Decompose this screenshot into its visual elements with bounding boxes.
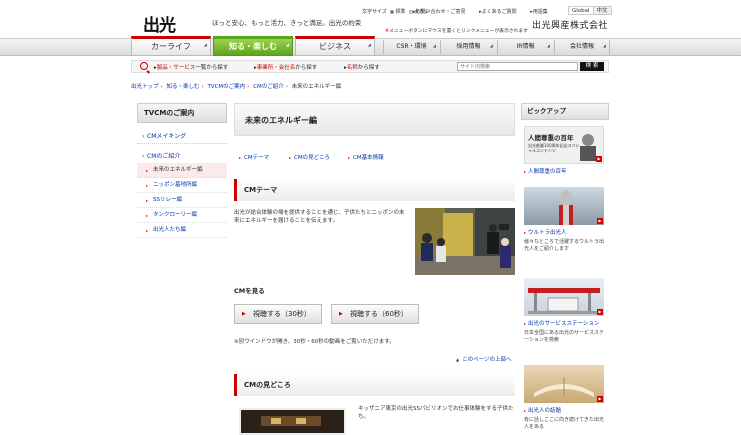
search-by-product[interactable]: ▸製品・サービス一覧から探す (154, 63, 228, 71)
site-search-input[interactable] (457, 62, 578, 71)
dropdown-arrow-icon: ◢ (602, 43, 606, 48)
pickup-link[interactable]: 出光人の話題 (524, 406, 609, 414)
search-button[interactable]: 検 索 (580, 62, 604, 71)
pickup-banner-service-station[interactable]: ▶ (524, 278, 604, 316)
lang-chinese[interactable]: 中文 (593, 6, 612, 15)
site-header: 出光 ほっと安心、もっと活力、きっと満足。出光の約束 文字サイズ 標準 大きい … (0, 0, 741, 38)
subtab-recruit[interactable]: 採用情報 ◢ (440, 40, 496, 54)
arrow-icon: ▶ (596, 156, 602, 162)
dropdown-arrow-icon: ◢ (203, 42, 207, 47)
search-by-office[interactable]: ▸事業所・会社名から探す (254, 63, 317, 71)
pickup-description: 様々なところで活躍するウルトラ出光人をご紹介します (524, 239, 605, 252)
left-nav-nippon[interactable]: ニッポン基地所編 (137, 178, 227, 193)
left-nav: TVCMのご案内 CMメイキング CMのご紹介 未来のエネルギー編 ニッポン基地… (137, 103, 227, 238)
font-size-label: 文字サイズ (362, 9, 387, 15)
anchor-basic-info[interactable]: CM基本情報 (348, 153, 384, 161)
utility-links: ▸お問い合わせ・ご意見 ▸よくあるご質問 ▸用語集 (413, 8, 560, 15)
pickup-title: ピックアップ (521, 103, 609, 120)
link-contact[interactable]: ▸お問い合わせ・ご意見 (413, 9, 472, 15)
subtab-ir[interactable]: IR情報 ◢ (497, 40, 553, 54)
pickup-item[interactable]: ▶ ウルトラ出光人 様々なところで活躍するウルトラ出光人をご紹介します (521, 187, 609, 253)
pickup-banner-topics[interactable]: ▶ (524, 365, 604, 403)
left-nav-future-energy[interactable]: 未来のエネルギー編 (137, 163, 227, 178)
language-switch: Global 中文 (568, 6, 612, 15)
tagline: ほっと安心、もっと活力、きっと満足。出光の約束 (212, 19, 362, 27)
breadcrumb-current: 未来のエネルギー編 (291, 84, 342, 90)
page-title: 未来のエネルギー編 (234, 103, 515, 136)
pickup-link[interactable]: 人間尊重の百年 (524, 167, 609, 175)
pickup-item[interactable]: ▶ 出光人の話題 有に話しここに向き続けてきた出光人をある (521, 365, 609, 431)
search-icon (140, 62, 148, 70)
pickup-description: 日本全国にある出光のサービスステーションを検索 (524, 330, 605, 343)
watch-30s-button[interactable]: 視聴する（30秒） (234, 304, 322, 324)
search-by-name[interactable]: ▸名称から探す (344, 63, 380, 71)
arrow-icon: ▶ (597, 396, 603, 402)
anchor-highlight[interactable]: CMの見どころ (289, 153, 330, 161)
menu-note: ※メニューボタンにマウスを置くとリンクメニューが表示されます (385, 29, 528, 34)
highlight-text: キッザニア東京の出光SSパビリオンでお仕事体験をする子供たち。 (358, 406, 514, 420)
subtab-csr[interactable]: CSR・環境 ◢ (383, 40, 439, 54)
tab-carlife[interactable]: カーライフ ◢ (131, 36, 211, 56)
idemitsu-logo[interactable]: 出光 (143, 11, 176, 36)
radio-icon (390, 10, 395, 14)
left-nav-idemitsu-people[interactable]: 出光人たち編 (137, 223, 227, 238)
watch-note: ※別ウインドウが開き、30秒・60秒の動画をご覧いただけます。 (234, 339, 395, 345)
left-nav-making[interactable]: CMメイキング (137, 129, 227, 144)
theme-text: 出光が総合体験の場を提供することを通じ、子供たちとニッポンの未来にエネルギーを届… (234, 210, 405, 224)
watch-60s-button[interactable]: 視聴する（60秒） (331, 304, 419, 324)
back-to-top-link[interactable]: このページの上部へ (456, 355, 511, 363)
left-nav-cm-intro[interactable]: CMのご紹介 (137, 150, 227, 163)
section-highlight-heading: CMの見どころ (234, 374, 515, 396)
pickup-banner-ultra[interactable]: ▶ (524, 187, 604, 225)
lang-global[interactable]: Global (568, 6, 594, 15)
dropdown-arrow-icon: ◢ (285, 42, 289, 47)
pickup-link[interactable]: ウルトラ出光人 (524, 228, 609, 236)
watch-heading: CMを見る (234, 287, 265, 295)
dropdown-arrow-icon: ◢ (489, 43, 493, 48)
link-glossary[interactable]: ▸用語集 (530, 9, 554, 15)
arrow-icon: ▶ (597, 309, 603, 315)
company-name: 出光興産株式会社 (532, 21, 609, 31)
left-nav-ss-relay[interactable]: SSリレー編 (137, 193, 227, 208)
left-nav-title[interactable]: TVCMのご案内 (137, 103, 227, 123)
anchor-links: CMテーマ CMの見どころ CM基本情報 (234, 150, 515, 164)
dropdown-arrow-icon: ◢ (432, 43, 436, 48)
cm-photo-night (239, 408, 346, 435)
cm-photo-kids (415, 208, 515, 275)
arrow-icon: ▶ (597, 218, 603, 224)
pickup-description: 有に話しここに向き続けてきた出光人をある (524, 417, 604, 430)
breadcrumb-cm-intro[interactable]: CMのご紹介 (253, 84, 284, 90)
anchor-theme[interactable]: CMテーマ (239, 153, 269, 161)
breadcrumb-tvcm[interactable]: TVCMのご案内 (207, 84, 245, 90)
breadcrumb-top[interactable]: 出光トップ (131, 84, 159, 90)
pickup-item[interactable]: 人間尊重の百年 出光創業100周年記念スペシャルコンテンツ ▶ 人間尊重の百年 (521, 126, 609, 175)
pickup-item[interactable]: ▶ 出光のサービスステーション 日本全国にある出光のサービスステーションを検索 (521, 278, 609, 344)
tab-learn-enjoy[interactable]: 知る・楽しむ ◢ (213, 36, 293, 56)
font-size-standard[interactable]: 標準 (390, 9, 405, 15)
pickup-column: ピックアップ 人間尊重の百年 出光創業100周年記念スペシャルコンテンツ ▶ 人… (521, 103, 609, 430)
breadcrumb: 出光トップ › 知る・楽しむ › TVCMのご案内 › CMのご紹介 › 未来のエネルギ… (131, 84, 342, 90)
main-content: 未来のエネルギー編 CMテーマ CMの見どころ CM基本情報 CMテーマ 出光が… (234, 103, 515, 435)
section-theme-heading: CMテーマ (234, 179, 515, 201)
dropdown-arrow-icon: ◢ (367, 42, 371, 47)
dropdown-arrow-icon: ◢ (546, 43, 550, 48)
breadcrumb-learn[interactable]: 知る・楽しむ (166, 84, 199, 90)
left-nav-tank-lorry[interactable]: タンクローリー編 (137, 208, 227, 223)
pickup-link[interactable]: 出光のサービスステーション (524, 319, 609, 327)
subtab-company[interactable]: 会社情報 ◢ (554, 40, 610, 54)
pickup-banner-human-respect[interactable]: 人間尊重の百年 出光創業100周年記念スペシャルコンテンツ ▶ (524, 126, 604, 164)
link-faq[interactable]: ▸よくあるご質問 (479, 9, 523, 15)
tab-business[interactable]: ビジネス ◢ (295, 36, 375, 56)
